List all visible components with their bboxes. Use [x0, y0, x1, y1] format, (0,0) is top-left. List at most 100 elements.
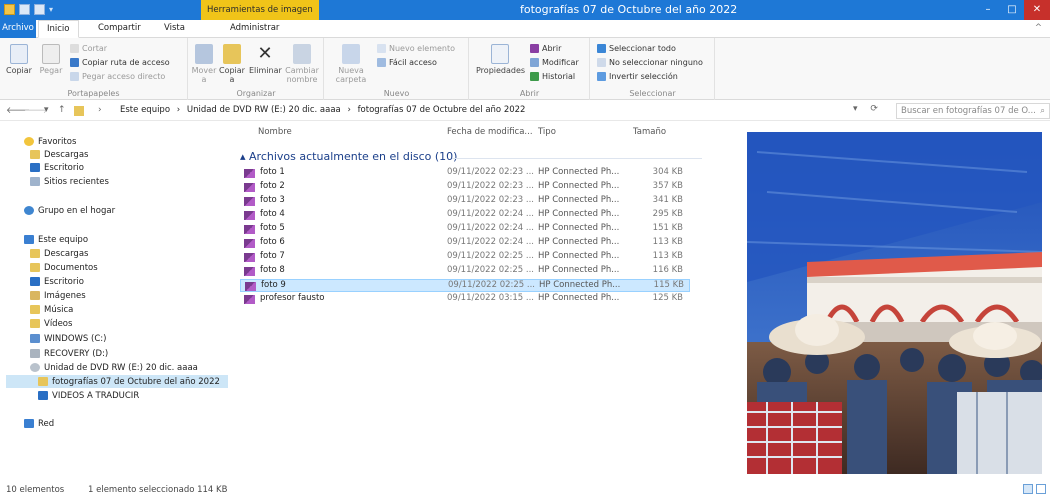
shortcut-icon — [70, 72, 79, 81]
breadcrumb-this-pc[interactable]: Este equipo — [120, 105, 170, 115]
easy-access-icon — [377, 58, 386, 67]
homegroup-icon — [24, 206, 34, 215]
rename-button[interactable]: Cambiar nombre — [283, 44, 321, 84]
tab-manage[interactable]: Administrar — [222, 20, 287, 38]
folder-icon[interactable] — [4, 4, 15, 15]
new-folder-button[interactable]: Nueva carpeta — [333, 44, 369, 84]
path-icon — [70, 58, 79, 67]
file-row[interactable]: foto 2 09/11/2022 02:23 ... HP Connected… — [240, 181, 690, 194]
nav-pc-downloads[interactable]: Descargas — [30, 247, 88, 260]
large-icons-view-icon[interactable] — [1036, 484, 1046, 494]
tab-share[interactable]: Compartir — [90, 20, 149, 38]
cut-button[interactable]: Cortar — [70, 44, 107, 53]
file-row[interactable]: foto 8 09/11/2022 02:25 ... HP Connected… — [240, 265, 690, 278]
copy-button[interactable]: Copiar — [4, 44, 34, 75]
tab-home[interactable]: Inicio — [38, 20, 79, 38]
new-group: Nueva carpeta Nuevo elemento Fácil acces… — [325, 38, 469, 100]
star-icon — [24, 137, 34, 146]
ribbon-collapse-button[interactable]: ^ — [1027, 20, 1050, 38]
new-folder-icon[interactable] — [34, 4, 45, 15]
tab-view[interactable]: Vista — [156, 20, 193, 38]
image-file-icon — [245, 282, 256, 291]
copy-path-button[interactable]: Copiar ruta de acceso — [70, 58, 170, 67]
nav-this-pc[interactable]: Este equipo — [24, 233, 88, 246]
file-row[interactable]: profesor fausto 09/11/2022 03:15 ... HP … — [240, 293, 690, 306]
customize-toolbar-icon[interactable]: ▾ — [49, 5, 53, 14]
folder-icon — [74, 106, 84, 116]
details-view-icon[interactable] — [1023, 484, 1033, 494]
new-item-button[interactable]: Nuevo elemento — [377, 44, 455, 53]
nav-pc-documents[interactable]: Documentos — [30, 261, 98, 274]
paste-button[interactable]: Pegar — [36, 44, 66, 75]
up-button[interactable]: ↑ — [58, 105, 66, 115]
edit-button[interactable]: Modificar — [530, 58, 579, 67]
close-button[interactable]: ✕ — [1024, 0, 1050, 20]
refresh-icon[interactable]: ⟳ — [870, 104, 878, 114]
breadcrumb-dvd-drive[interactable]: Unidad de DVD RW (E:) 20 dic. aaaa — [187, 105, 341, 115]
file-row[interactable]: foto 6 09/11/2022 02:24 ... HP Connected… — [240, 237, 690, 250]
tab-file[interactable]: Archivo — [0, 20, 36, 38]
nav-drive-e[interactable]: Unidad de DVD RW (E:) 20 dic. aaaa — [30, 361, 198, 374]
breadcrumb-current-folder[interactable]: fotografías 07 de Octubre del año 2022 — [358, 105, 526, 115]
invert-selection-button[interactable]: Invertir selección — [597, 72, 678, 81]
file-row[interactable]: foto 4 09/11/2022 02:24 ... HP Connected… — [240, 209, 690, 222]
nav-videos-folder[interactable]: VIDEOS A TRADUCIR — [38, 389, 139, 402]
file-row[interactable]: foto 5 09/11/2022 02:24 ... HP Connected… — [240, 223, 690, 236]
nav-homegroup[interactable]: Grupo en el hogar — [24, 204, 115, 217]
properties-icon[interactable] — [19, 4, 30, 15]
nav-pc-videos[interactable]: Vídeos — [30, 317, 72, 330]
downloads-icon — [30, 249, 40, 258]
network-icon — [24, 419, 34, 428]
select-none-button[interactable]: No seleccionar ninguno — [597, 58, 703, 67]
file-row[interactable]: foto 7 09/11/2022 02:25 ... HP Connected… — [240, 251, 690, 264]
select-all-button[interactable]: Seleccionar todo — [597, 44, 676, 53]
column-header-type[interactable]: Tipo — [538, 127, 556, 137]
properties-button[interactable]: Propiedades — [476, 44, 525, 75]
copy-to-button[interactable]: Copiar a — [219, 44, 245, 84]
file-row-selected[interactable]: foto 9 09/11/2022 02:25 ... HP Connected… — [240, 279, 690, 292]
breadcrumb: Este equipo › Unidad de DVD RW (E:) 20 d… — [120, 105, 525, 115]
open-button[interactable]: Abrir — [530, 44, 561, 53]
column-header-date[interactable]: Fecha de modifica... — [447, 127, 533, 137]
minimize-button[interactable]: – — [976, 0, 1000, 20]
nav-desktop-favorite[interactable]: Escritorio — [30, 161, 84, 174]
nav-drive-c[interactable]: WINDOWS (C:) — [30, 332, 106, 345]
delete-button[interactable]: ✕ Eliminar — [249, 44, 282, 76]
clipboard-group: Copiar Pegar Cortar Copiar ruta de acces… — [0, 38, 188, 100]
scissors-icon — [70, 44, 79, 53]
history-button[interactable]: Historial — [530, 72, 575, 81]
copy-to-icon — [223, 44, 241, 64]
search-input[interactable]: Buscar en fotografías 07 de O... ⌕ — [896, 103, 1050, 119]
nav-pc-desktop[interactable]: Escritorio — [30, 275, 84, 288]
title-bar: ▾ Herramientas de imagen fotografías 07 … — [0, 0, 1050, 20]
move-to-button[interactable]: Mover a — [191, 44, 217, 84]
nav-pc-music[interactable]: Música — [30, 303, 73, 316]
drive-icon — [30, 349, 40, 358]
nav-current-folder[interactable]: fotografías 07 de Octubre del año 2022 — [6, 375, 228, 388]
column-header-size[interactable]: Tamaño — [633, 127, 666, 137]
column-header-name[interactable]: Nombre — [258, 127, 292, 137]
easy-access-button[interactable]: Fácil acceso — [377, 58, 437, 67]
nav-drive-d[interactable]: RECOVERY (D:) — [30, 347, 108, 360]
nav-recent-places[interactable]: Sitios recientes — [30, 175, 109, 188]
address-dropdown-icon[interactable]: ▾ — [853, 104, 858, 114]
drive-icon — [30, 334, 40, 343]
group-header[interactable]: ▴ Archivos actualmente en el disco (10) — [240, 150, 457, 163]
image-file-icon — [244, 239, 255, 248]
nav-favorites[interactable]: Favoritos — [24, 135, 76, 148]
select-group-label: Seleccionar — [629, 89, 676, 98]
history-icon — [530, 72, 539, 81]
maximize-button[interactable]: □ — [1000, 0, 1024, 20]
nav-pc-pictures[interactable]: Imágenes — [30, 289, 86, 302]
nav-downloads-favorite[interactable]: Descargas — [30, 148, 88, 161]
file-row[interactable]: foto 3 09/11/2022 02:23 ... HP Connected… — [240, 195, 690, 208]
paste-icon — [42, 44, 60, 64]
image-file-icon — [244, 183, 255, 192]
file-row[interactable]: foto 1 09/11/2022 02:23 ... HP Connected… — [240, 167, 690, 180]
invert-selection-icon — [597, 72, 606, 81]
recent-locations-button[interactable]: ▾ — [44, 105, 49, 115]
music-icon — [30, 305, 40, 314]
paste-shortcut-button[interactable]: Pegar acceso directo — [70, 72, 165, 81]
window-controls: – □ ✕ — [976, 0, 1050, 20]
nav-network[interactable]: Red — [24, 417, 54, 430]
